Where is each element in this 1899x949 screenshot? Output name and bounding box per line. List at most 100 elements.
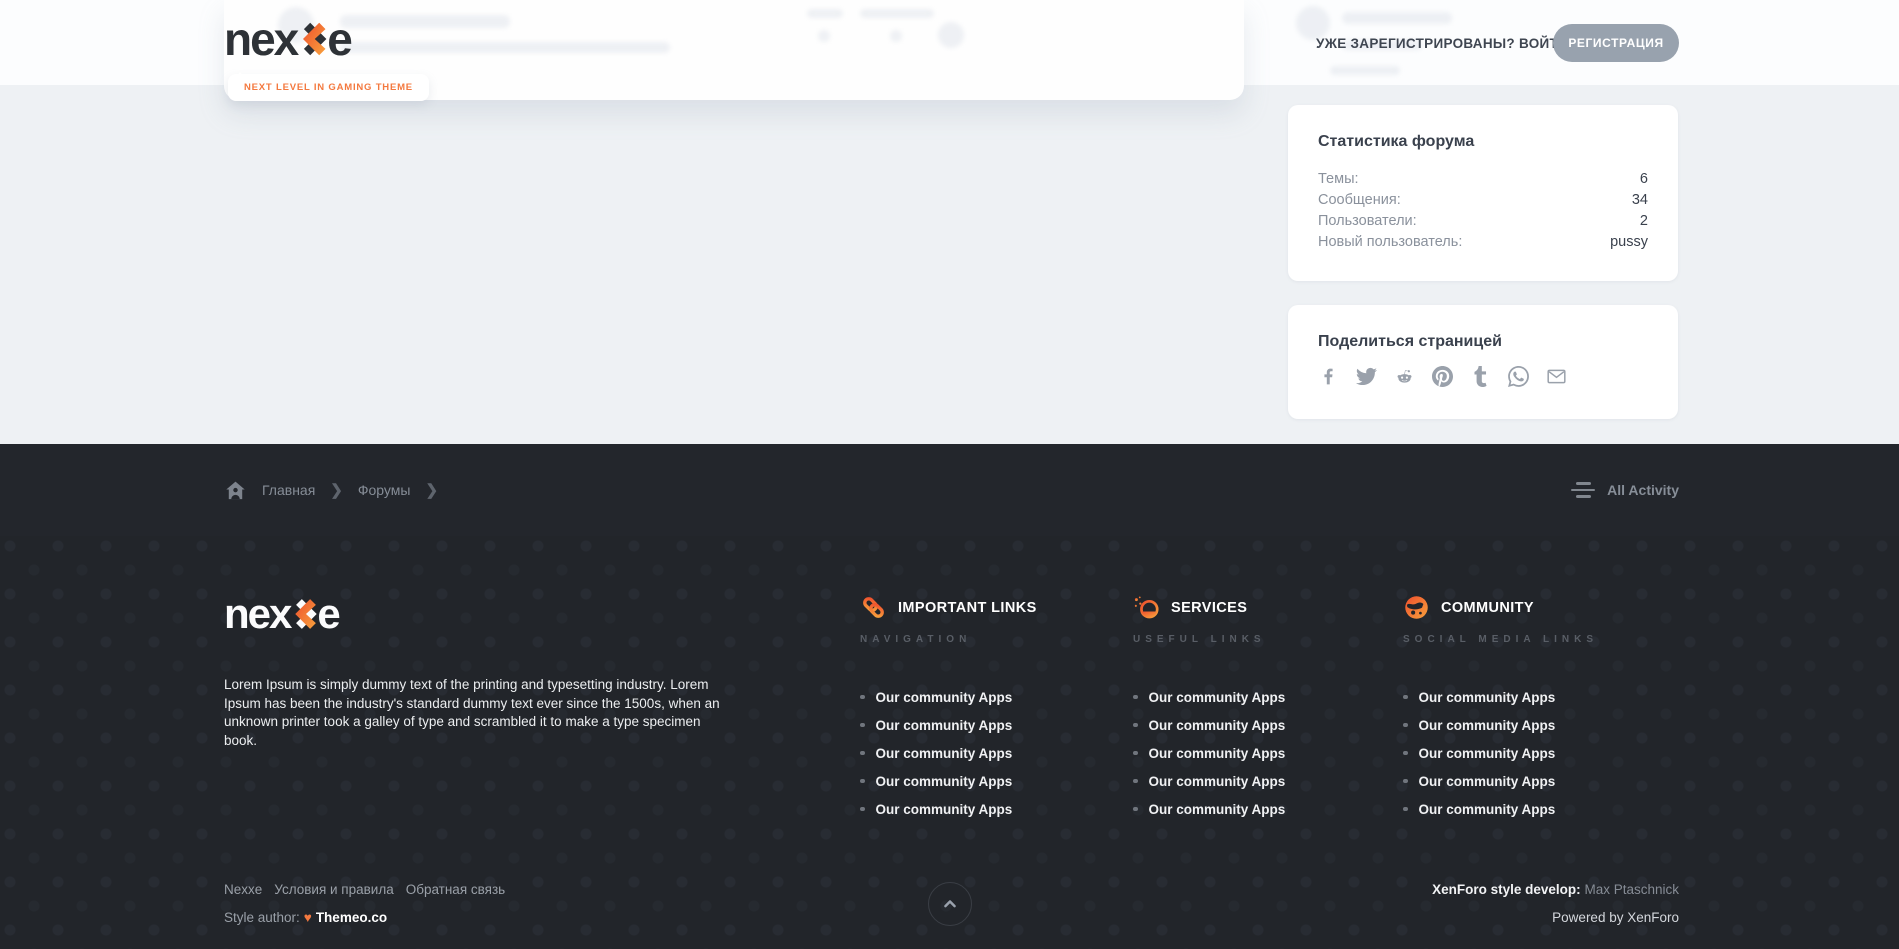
all-activity-label: All Activity <box>1607 482 1679 498</box>
reddit-icon[interactable] <box>1394 366 1415 387</box>
footer-column-community: COMMUNITY SOCIAL MEDIA LINKS Our communi… <box>1403 594 1678 823</box>
scroll-to-top-button[interactable] <box>928 882 972 926</box>
bullet-icon <box>1133 807 1138 812</box>
footer-logo[interactable]: nex e <box>224 590 339 638</box>
footer-link-label: Our community Apps <box>1149 802 1286 817</box>
home-icon[interactable] <box>224 479 247 502</box>
stat-row: Сообщения: 34 <box>1318 190 1648 211</box>
site-logo[interactable]: nex e <box>224 12 351 66</box>
bullet-icon <box>1133 779 1138 784</box>
footer-link[interactable]: Our community Apps <box>1403 795 1678 823</box>
stat-row: Темы: 6 <box>1318 169 1648 190</box>
stat-value: 2 <box>1640 211 1648 232</box>
footer-link-contact[interactable]: Обратная связь <box>406 882 505 897</box>
footer-link[interactable]: Our community Apps <box>1403 683 1678 711</box>
chevron-up-icon <box>940 894 960 914</box>
facebook-icon[interactable] <box>1318 366 1339 387</box>
footer-link[interactable]: Our community Apps <box>1133 795 1408 823</box>
style-author-link[interactable]: Themeo.co <box>316 910 387 925</box>
email-icon[interactable] <box>1546 366 1567 387</box>
footer-link[interactable]: Our community Apps <box>1403 739 1678 767</box>
bullet-icon <box>860 751 865 756</box>
style-author-line: Style author:♥Themeo.co <box>224 910 387 925</box>
logo-text-post: e <box>327 12 351 66</box>
develop-credit-line: XenForo style develop: Max Ptaschnick <box>1432 882 1679 897</box>
footer-link-label: Our community Apps <box>1149 746 1286 761</box>
faded-thread-title <box>340 15 510 28</box>
footer-link[interactable]: Our community Apps <box>1133 683 1408 711</box>
twitter-icon[interactable] <box>1356 366 1377 387</box>
faded-count <box>818 30 830 42</box>
footer-link-label: Our community Apps <box>1149 690 1286 705</box>
logo-x-icon <box>294 16 330 62</box>
login-label: УЖЕ ЗАРЕГИСТРИРОВАНЫ? ВОЙТИ <box>1316 36 1568 51</box>
footer-link-label: Our community Apps <box>1419 802 1556 817</box>
logo-text-pre: nex <box>224 12 297 66</box>
breadcrumb-bar: Главная ❯ Форумы ❯ All Activity <box>0 444 1899 536</box>
footer-link-nexxe[interactable]: Nexxe <box>224 882 262 897</box>
faded-count <box>890 30 902 42</box>
stat-value[interactable]: pussy <box>1610 232 1648 253</box>
share-title: Поделиться страницей <box>1318 333 1648 351</box>
footer-links-list: Our community Apps Our community Apps Ou… <box>1403 683 1678 823</box>
footer-link[interactable]: Our community Apps <box>1403 767 1678 795</box>
login-link[interactable]: УЖЕ ЗАРЕГИСТРИРОВАНЫ? ВОЙТИ▾ <box>1316 36 1578 51</box>
breadcrumb-forums[interactable]: Форумы <box>358 482 411 498</box>
faded-sidebar-name <box>1342 12 1452 24</box>
footer-link[interactable]: Our community Apps <box>860 683 1135 711</box>
stat-label: Сообщения: <box>1318 190 1401 211</box>
footer-column-title: SERVICES <box>1171 600 1247 616</box>
footer-link[interactable]: Our community Apps <box>1403 711 1678 739</box>
footer-column-subtitle: USEFUL LINKS <box>1133 634 1408 645</box>
powered-by-link[interactable]: Powered by XenForo <box>1552 910 1679 925</box>
footer-links-list: Our community Apps Our community Apps Ou… <box>1133 683 1408 823</box>
page: nex e NEXT LEVEL IN GAMING THEME УЖЕ ЗАР… <box>0 0 1899 949</box>
site-footer: nex e Lorem Ipsum is simply dummy text o… <box>0 536 1899 949</box>
footer-link[interactable]: Our community Apps <box>860 711 1135 739</box>
pinterest-icon[interactable] <box>1432 366 1453 387</box>
stats-rows: Темы: 6 Сообщения: 34 Пользователи: 2 Но… <box>1318 169 1648 253</box>
footer-link[interactable]: Our community Apps <box>1133 711 1408 739</box>
footer-column-subtitle: NAVIGATION <box>860 634 1135 645</box>
footer-link[interactable]: Our community Apps <box>860 795 1135 823</box>
meteor-icon <box>1133 594 1160 621</box>
globe-icon <box>1403 594 1430 621</box>
bullet-icon <box>860 723 865 728</box>
footer-column-title: COMMUNITY <box>1441 600 1534 616</box>
faded-sidebar-avatar <box>1296 6 1330 40</box>
develop-author-link[interactable]: Max Ptaschnick <box>1584 882 1679 897</box>
stats-title: Статистика форума <box>1318 133 1648 151</box>
bullet-icon <box>1133 751 1138 756</box>
footer-link[interactable]: Our community Apps <box>1133 739 1408 767</box>
footer-bottom-links: Nexxe Условия и правила Обратная связь <box>224 882 505 897</box>
faded-column-label <box>807 9 843 18</box>
bullet-icon <box>1133 695 1138 700</box>
footer-link-terms[interactable]: Условия и правила <box>274 882 393 897</box>
footer-link[interactable]: Our community Apps <box>860 739 1135 767</box>
footer-column-services: SERVICES USEFUL LINKS Our community Apps… <box>1133 594 1408 823</box>
logo-text-pre: nex <box>224 590 290 638</box>
footer-link-label: Our community Apps <box>1149 718 1286 733</box>
style-author-label: Style author: <box>224 910 300 925</box>
footer-link[interactable]: Our community Apps <box>1133 767 1408 795</box>
footer-column-subtitle: SOCIAL MEDIA LINKS <box>1403 634 1678 645</box>
footer-link[interactable]: Our community Apps <box>860 767 1135 795</box>
footer-link-label: Our community Apps <box>1419 774 1556 789</box>
link-icon <box>860 594 887 621</box>
breadcrumb: Главная ❯ Форумы ❯ <box>224 479 438 502</box>
logo-text-post: e <box>317 590 338 638</box>
activity-list-icon <box>1571 482 1595 498</box>
breadcrumb-home[interactable]: Главная <box>262 482 315 498</box>
faded-thread-subtext <box>340 42 670 53</box>
footer-link-label: Our community Apps <box>1419 746 1556 761</box>
faded-mini-avatar <box>938 22 964 48</box>
logo-x-icon <box>287 593 320 635</box>
bullet-icon <box>860 807 865 812</box>
whatsapp-icon[interactable] <box>1508 366 1529 387</box>
footer-column-title: IMPORTANT LINKS <box>898 600 1037 616</box>
all-activity-link[interactable]: All Activity <box>1571 482 1679 498</box>
tumblr-icon[interactable] <box>1470 366 1491 387</box>
footer-links-list: Our community Apps Our community Apps Ou… <box>860 683 1135 823</box>
register-button[interactable]: РЕГИСТРАЦИЯ <box>1553 24 1679 62</box>
footer-link-label: Our community Apps <box>876 802 1013 817</box>
